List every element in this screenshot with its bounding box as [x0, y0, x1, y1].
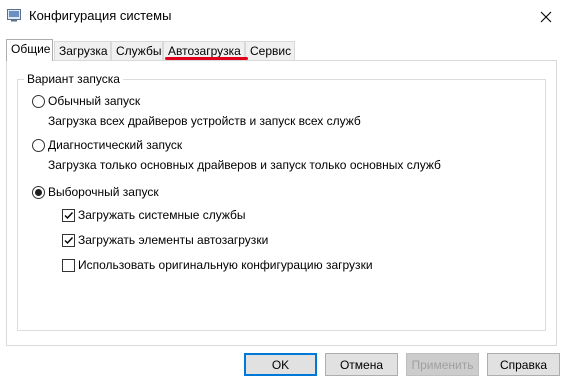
selective-startup-label[interactable]: Выборочный запуск [48, 185, 159, 199]
load-system-services-label[interactable]: Загружать системные службы [78, 208, 246, 222]
use-original-boot-config-checkbox[interactable] [62, 259, 75, 272]
apply-button[interactable]: Применить [406, 353, 479, 376]
load-system-services-checkbox[interactable] [62, 209, 75, 222]
tab-bar: Общие Загрузка Службы Автозагрузка Серви… [6, 39, 556, 61]
selective-startup-radio[interactable] [32, 186, 45, 199]
normal-startup-radio[interactable] [32, 95, 45, 108]
msconfig-icon [7, 8, 21, 22]
close-icon [540, 11, 552, 22]
group-label: Вариант запуска [24, 72, 123, 86]
normal-startup-description: Загрузка всех драйверов устройств и запу… [48, 114, 361, 128]
tab-services[interactable]: Службы [111, 41, 163, 60]
tab-boot[interactable]: Загрузка [54, 41, 111, 60]
load-startup-items-label[interactable]: Загружать элементы автозагрузки [78, 233, 268, 247]
tab-tools[interactable]: Сервис [245, 41, 295, 60]
title-bar: Конфигурация системы [0, 0, 563, 33]
checkmark-icon [64, 212, 74, 220]
diagnostic-startup-description: Загрузка только основных драйверов и зап… [48, 158, 441, 172]
cancel-button[interactable]: Отмена [325, 353, 398, 376]
window-title: Конфигурация системы [29, 8, 172, 23]
use-original-boot-config-label[interactable]: Использовать оригинальную конфигурацию з… [78, 258, 373, 272]
checkmark-icon [64, 237, 74, 245]
diagnostic-startup-radio[interactable] [32, 139, 45, 152]
diagnostic-startup-label[interactable]: Диагностический запуск [48, 138, 182, 152]
normal-startup-label[interactable]: Обычный запуск [48, 94, 140, 108]
close-button[interactable] [529, 0, 563, 33]
help-button[interactable]: Справка [487, 353, 560, 376]
load-startup-items-checkbox[interactable] [62, 234, 75, 247]
tab-general[interactable]: Общие [6, 39, 53, 61]
ok-button[interactable]: OK [244, 353, 317, 376]
tab-highlight-underline [165, 57, 248, 60]
